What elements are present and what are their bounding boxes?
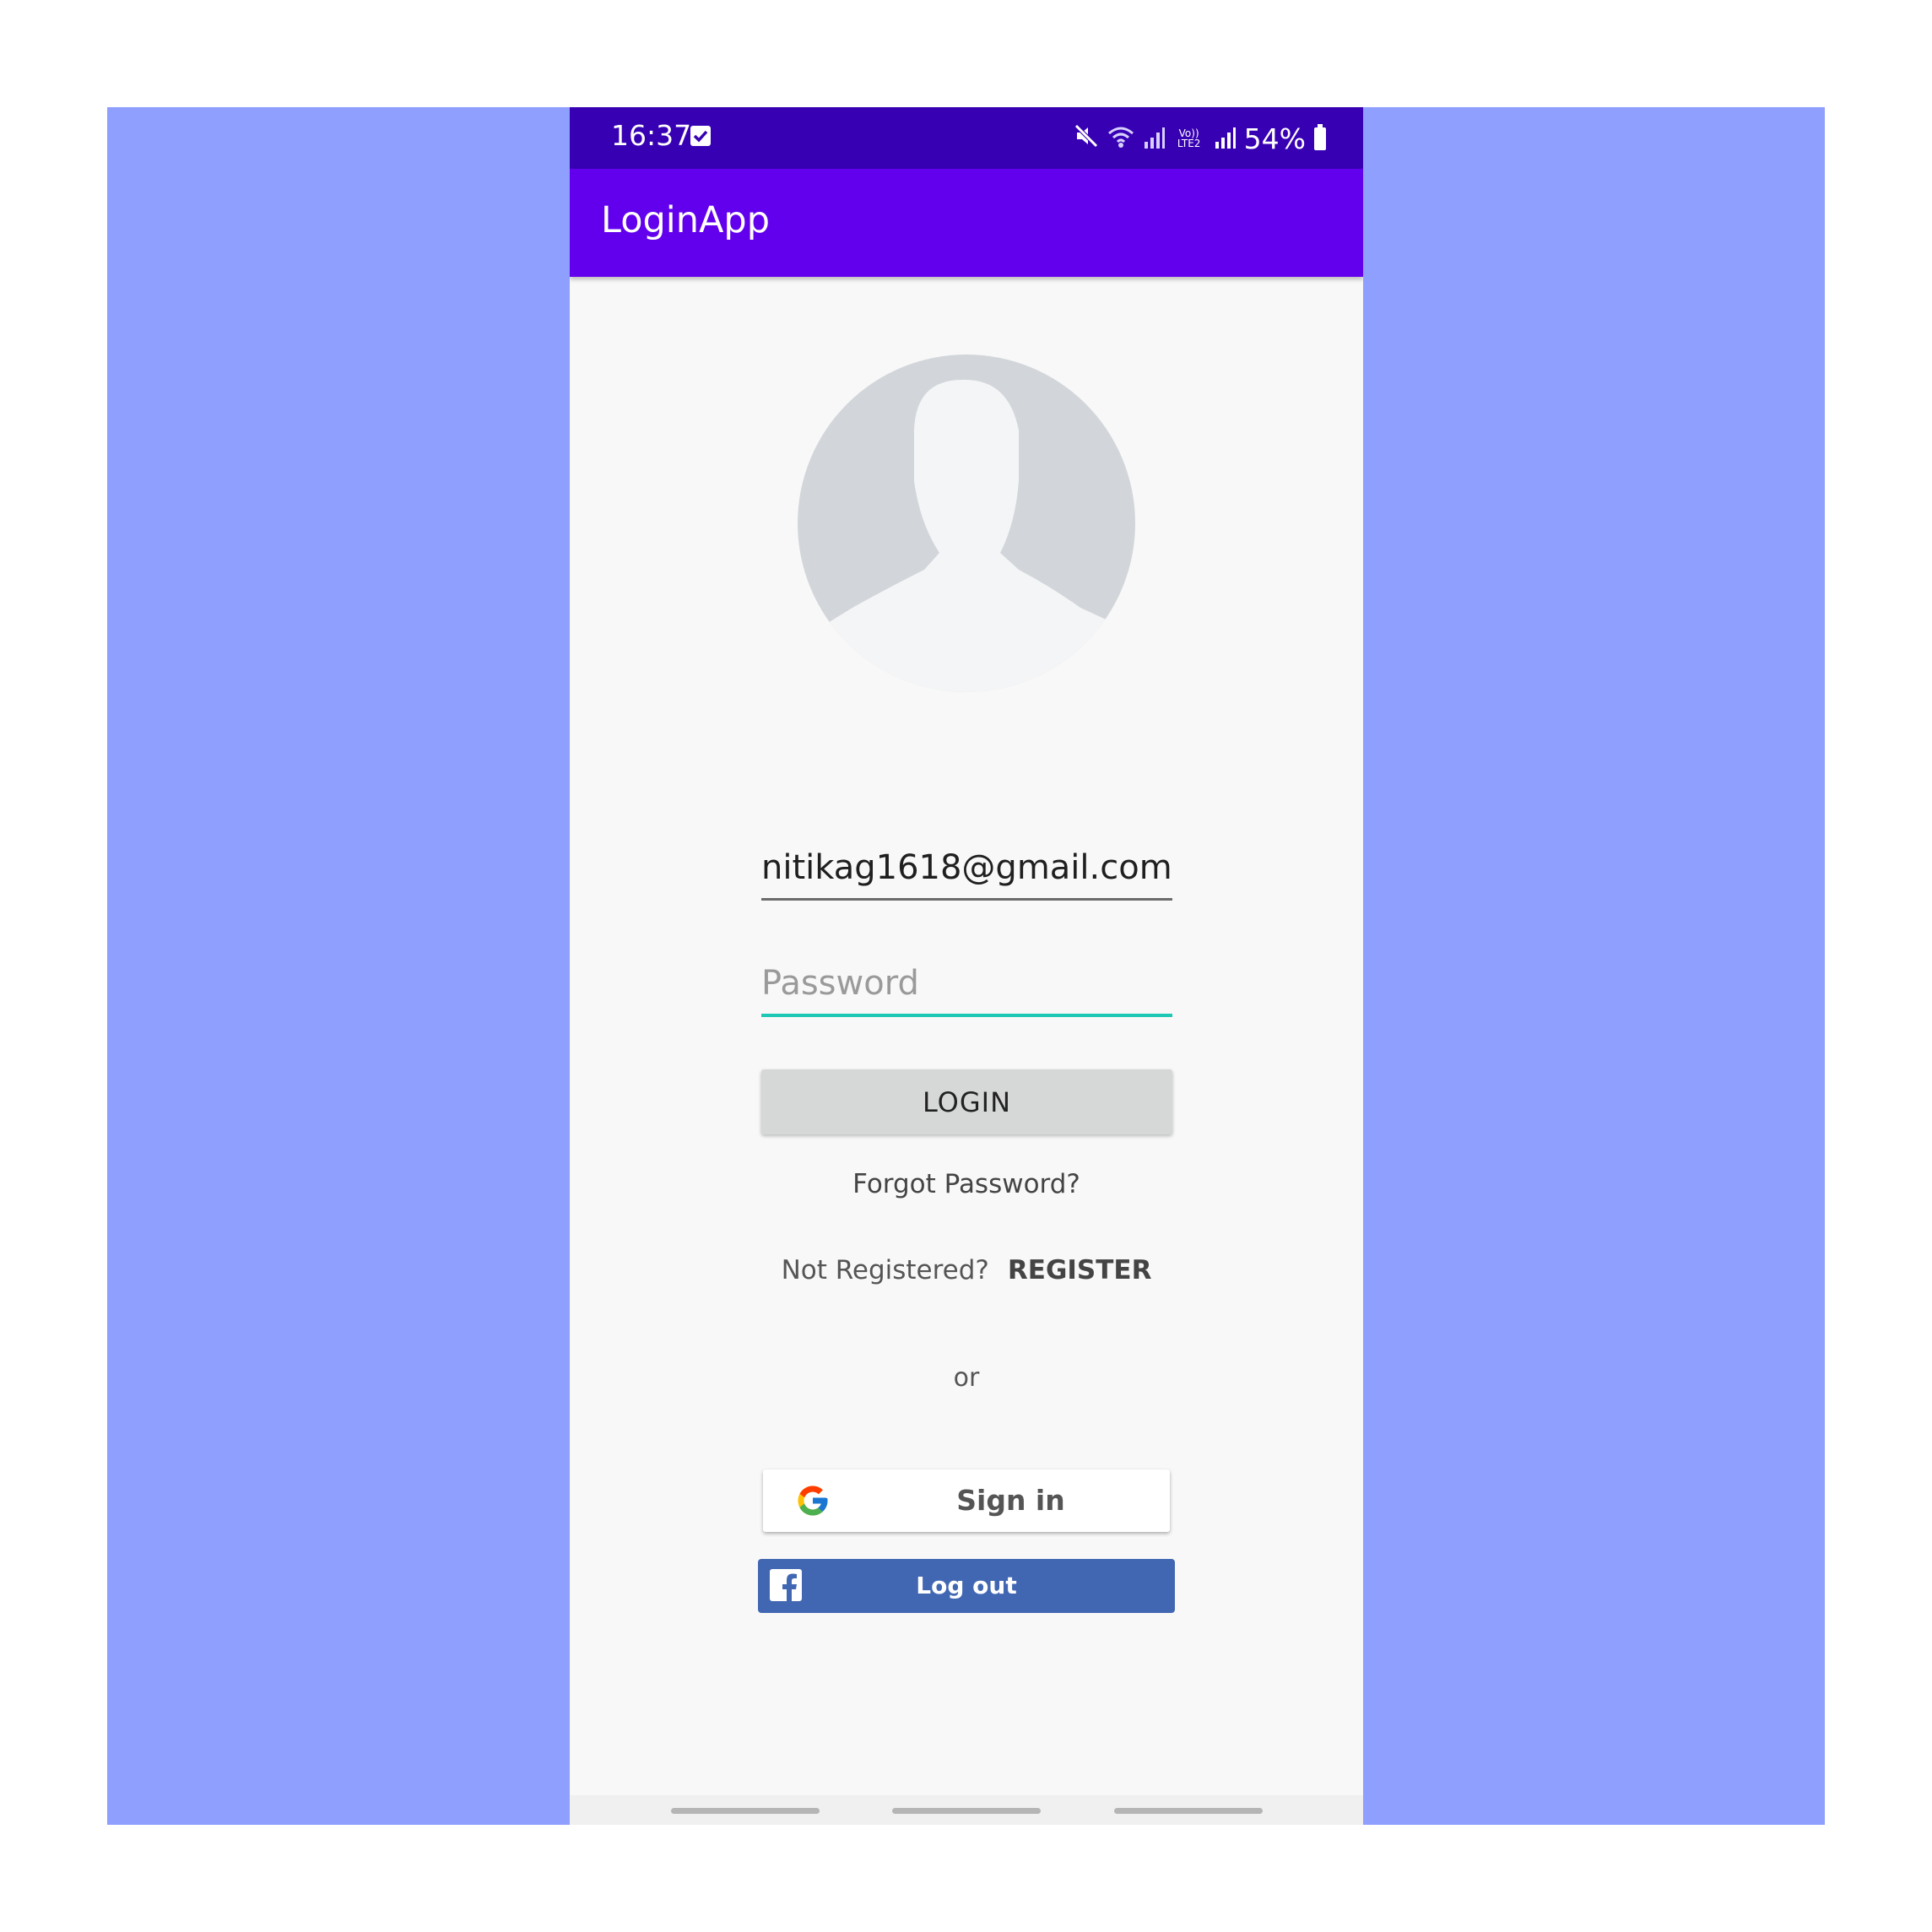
login-button[interactable]: LOGIN	[761, 1069, 1172, 1134]
register-row: Not Registered? REGISTER	[570, 1255, 1363, 1285]
mute-icon	[1074, 122, 1099, 155]
facebook-log-out-button[interactable]: Log out	[758, 1559, 1175, 1613]
or-separator: or	[953, 1363, 980, 1393]
google-sign-in-label: Sign in	[956, 1484, 1065, 1517]
nav-recent-handle[interactable]	[671, 1808, 820, 1814]
battery-percent: 54%	[1243, 122, 1306, 155]
battery-icon	[1314, 123, 1326, 150]
wifi-icon	[1107, 122, 1134, 155]
app-bar: LoginApp	[570, 169, 1363, 277]
status-icons: Vo)) LTE2 54%	[1074, 117, 1326, 160]
status-bar: 16:37 Vo)) LTE2 54%	[570, 107, 1363, 169]
email-field[interactable]: nitikag1618@gmail.com	[761, 842, 1172, 901]
navigation-bar	[570, 1795, 1363, 1825]
checkbox-notification-icon	[690, 126, 711, 146]
signal-icon	[1214, 122, 1236, 155]
password-field[interactable]: Password	[761, 958, 1172, 1017]
profile-avatar	[798, 354, 1135, 692]
facebook-log-out-label: Log out	[916, 1572, 1017, 1599]
register-link[interactable]: REGISTER	[1008, 1255, 1152, 1285]
app-title: LoginApp	[601, 199, 771, 241]
status-time: 16:37	[611, 119, 692, 152]
forgot-password-link[interactable]: Forgot Password?	[570, 1169, 1363, 1199]
nav-home-handle[interactable]	[892, 1808, 1041, 1814]
phone-screen: 16:37 Vo)) LTE2 54% LoginApp nitikag1618…	[570, 107, 1363, 1825]
signal-icon	[1143, 122, 1165, 155]
volte-label: Vo)) LTE2	[1177, 127, 1201, 149]
google-sign-in-button[interactable]: Sign in	[763, 1469, 1170, 1532]
nav-back-handle[interactable]	[1114, 1808, 1263, 1814]
not-registered-label: Not Registered?	[781, 1255, 989, 1285]
